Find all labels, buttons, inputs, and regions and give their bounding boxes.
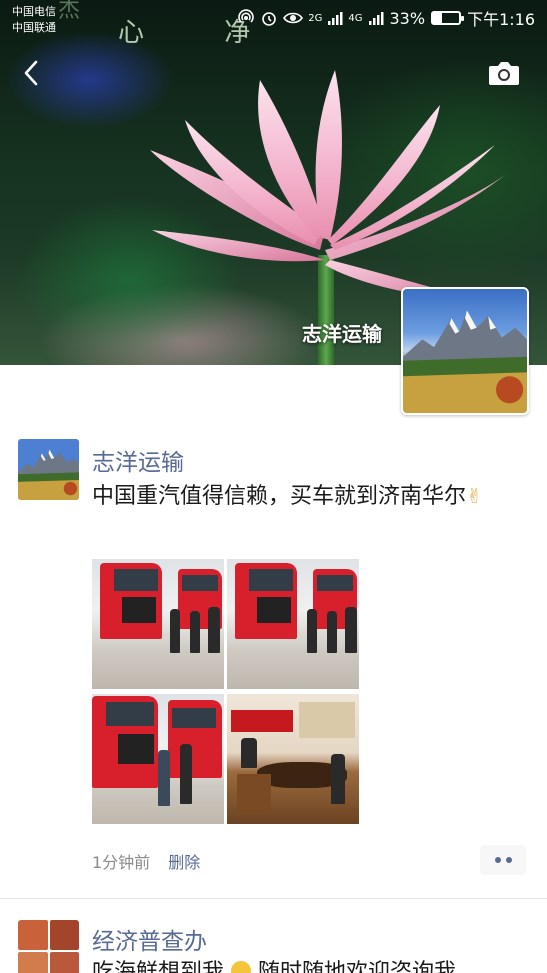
cover-owner-name[interactable]: 志洋运输 <box>302 318 382 347</box>
food-cell <box>49 920 79 950</box>
truck-windshield <box>249 569 293 591</box>
person <box>170 609 180 653</box>
chevron-left-icon <box>24 60 38 86</box>
more-actions-button[interactable] <box>480 845 526 875</box>
post-meta: 1分钟前 删除 <box>92 849 200 873</box>
person <box>307 609 317 653</box>
camera-icon <box>489 62 519 85</box>
post-text-content: 中国重汽值得信赖，买车就到济南华尔 <box>92 484 467 509</box>
smiley-emoji <box>231 961 252 973</box>
victory-hand-emoji: ✌ <box>466 484 483 508</box>
hotspot-icon <box>238 9 254 23</box>
person <box>345 607 357 653</box>
more-dot-icon <box>505 857 512 863</box>
seafood-image <box>18 920 79 973</box>
food-cell <box>18 951 48 973</box>
truck-engine <box>118 734 154 764</box>
post-text-content-continued: 随时随地欢迎咨询我 <box>258 960 457 973</box>
status-right: 2G 4G 33% 下午1:16 <box>237 6 535 30</box>
truck-windshield <box>114 569 158 591</box>
clock: 下午1:16 <box>467 10 535 29</box>
truck-windshield <box>106 702 154 726</box>
signal-icon <box>368 12 383 25</box>
person <box>158 750 170 806</box>
battery-percent: 33% <box>389 8 426 28</box>
eye-icon <box>283 12 304 24</box>
truck-windshield <box>172 708 216 728</box>
food-cell <box>18 920 48 950</box>
post-photo[interactable] <box>227 694 359 824</box>
wooden-chair <box>237 774 271 814</box>
author-name[interactable]: 志洋运输 <box>92 443 184 477</box>
post-divider <box>0 898 547 899</box>
truck-photo <box>92 694 224 824</box>
photo-grid <box>92 559 360 824</box>
author-avatar[interactable] <box>18 920 79 973</box>
wall-window <box>299 702 355 738</box>
person <box>241 738 257 768</box>
food-cell <box>49 951 79 973</box>
carrier-2: 中国联通 <box>12 21 56 34</box>
truck-windshield <box>182 575 218 591</box>
author-avatar[interactable] <box>18 439 79 500</box>
status-icons: 2G 4G <box>237 9 383 27</box>
red-banner <box>231 710 293 732</box>
post-photo[interactable] <box>92 694 224 824</box>
camera-button[interactable] <box>487 58 521 88</box>
alarm-icon <box>262 12 277 26</box>
meeting-photo <box>227 694 359 824</box>
person <box>180 744 192 804</box>
person <box>327 611 337 653</box>
author-name[interactable]: 经济普查办 <box>92 922 207 956</box>
lotus-flower-image <box>150 70 505 300</box>
person <box>331 754 345 804</box>
more-dot-icon <box>494 857 501 863</box>
post-photo[interactable] <box>227 559 359 689</box>
truck-windshield <box>317 575 353 591</box>
network-type-2: 4G <box>348 12 363 24</box>
mountain-landscape-image <box>403 289 527 413</box>
delete-button[interactable]: 删除 <box>168 849 200 873</box>
post-text: 中国重汽值得信赖，买车就到济南华尔✌ <box>92 481 532 512</box>
back-button[interactable] <box>18 56 48 90</box>
carrier-info: 中国电信 中国联通 <box>12 4 56 36</box>
post-timestamp: 1分钟前 <box>92 853 151 872</box>
battery-level <box>433 13 442 23</box>
network-type-1: 2G <box>308 12 323 24</box>
profile-avatar[interactable] <box>401 287 529 415</box>
battery-icon <box>431 11 465 25</box>
status-bar: 中国电信 中国联通 2G 4G 33% 下午1:16 <box>0 0 547 40</box>
signal-icon <box>328 12 343 25</box>
mountain-image-art <box>403 310 527 413</box>
truck-engine <box>122 597 156 623</box>
post-text: 吃海鲜想到我 随时随地欢迎咨询我 <box>92 958 532 973</box>
post-photo[interactable] <box>92 559 224 689</box>
carrier-1: 中国电信 <box>12 5 56 18</box>
truck-photo <box>92 559 224 689</box>
truck-photo <box>227 559 359 689</box>
person <box>190 611 200 653</box>
person <box>208 607 220 653</box>
truck-engine <box>257 597 291 623</box>
post-text-content: 吃海鲜想到我 <box>92 960 225 973</box>
mountain-landscape-image <box>18 439 79 500</box>
